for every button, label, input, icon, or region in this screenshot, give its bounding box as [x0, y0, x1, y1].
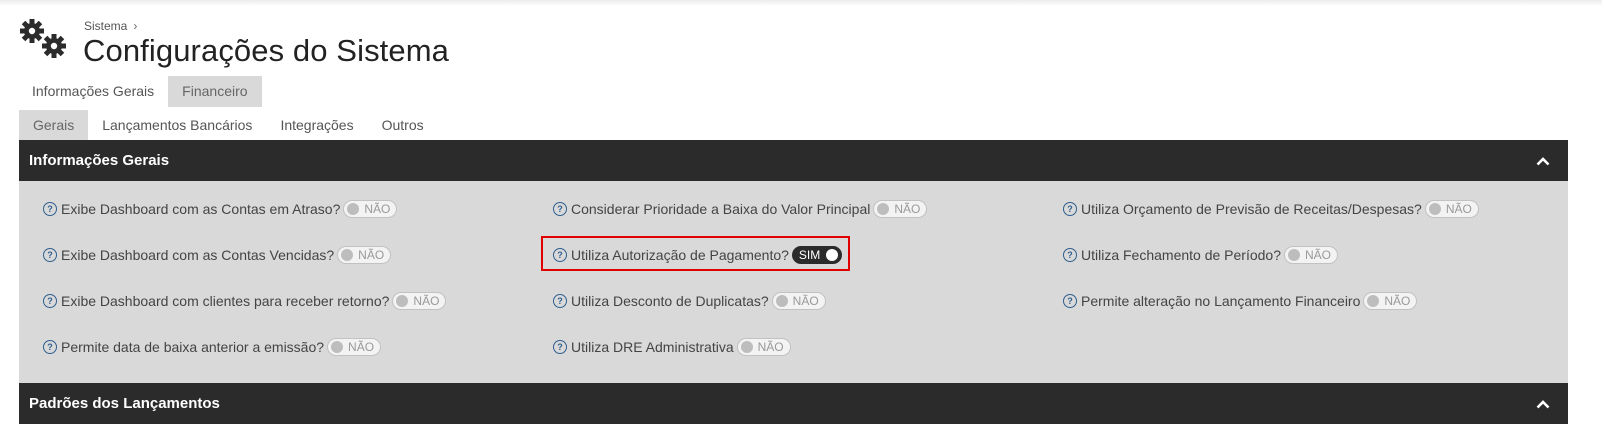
subtab-outros[interactable]: Outros	[368, 110, 438, 140]
setting-label: Exibe Dashboard com as Contas em Atraso?	[61, 201, 341, 217]
setting-label: Considerar Prioridade a Baixa do Valor P…	[571, 201, 871, 217]
toggle-knob	[396, 295, 409, 307]
toggle-switch[interactable]: NÃO	[736, 338, 791, 356]
toggle-switch[interactable]: NÃO	[337, 246, 392, 264]
help-icon[interactable]: ?	[43, 340, 57, 354]
tab-financeiro[interactable]: Financeiro	[168, 76, 262, 107]
toggle-switch[interactable]: NÃO	[873, 200, 928, 218]
toggle-value: NÃO	[364, 202, 391, 216]
toggle-knob	[775, 295, 788, 307]
setting-label: Exibe Dashboard com as Contas Vencidas?	[61, 247, 335, 263]
setting-label: Utiliza DRE Administrativa	[571, 339, 734, 355]
section-header-informacoes-gerais[interactable]: Informações Gerais	[19, 140, 1568, 181]
toggle-value: NÃO	[792, 294, 819, 308]
toggle-knob	[331, 341, 344, 353]
help-icon[interactable]: ?	[553, 202, 567, 216]
setting-label: Utiliza Orçamento de Previsão de Receita…	[1081, 201, 1422, 217]
chevron-up-icon[interactable]	[1536, 399, 1550, 409]
tab-informacoes-gerais[interactable]: Informações Gerais	[18, 76, 168, 107]
subtab-gerais[interactable]: Gerais	[19, 110, 89, 140]
setting-fechamento-periodo: ? Utiliza Fechamento de Período? NÃO	[1063, 246, 1339, 264]
setting-label: Utiliza Desconto de Duplicatas?	[571, 293, 769, 309]
breadcrumb: Sistema ›	[84, 19, 137, 33]
toggle-knob	[1288, 249, 1300, 261]
breadcrumb-link-sistema[interactable]: Sistema	[84, 19, 127, 33]
chevron-up-icon[interactable]	[1536, 156, 1550, 166]
setting-label: Exibe Dashboard com clientes para recebe…	[61, 293, 390, 309]
settings-gears-icon	[20, 19, 66, 58]
setting-label: Permite alteração no Lançamento Financei…	[1081, 293, 1361, 309]
toggle-knob	[740, 341, 753, 353]
setting-dashboard-contas-vencidas: ? Exibe Dashboard com as Contas Vencidas…	[43, 246, 392, 264]
help-icon[interactable]: ?	[43, 248, 57, 262]
section-title: Padrões dos Lançamentos	[29, 395, 220, 412]
setting-dashboard-contas-atraso: ? Exibe Dashboard com as Contas em Atras…	[43, 200, 398, 218]
setting-dashboard-clientes-retorno: ? Exibe Dashboard com clientes para rece…	[43, 292, 447, 310]
help-icon[interactable]: ?	[553, 294, 567, 308]
toggle-value: NÃO	[894, 202, 921, 216]
toggle-switch[interactable]: NÃO	[1363, 292, 1418, 310]
help-icon[interactable]: ?	[1063, 202, 1077, 216]
toggle-switch[interactable]: NÃO	[1284, 246, 1339, 264]
help-icon[interactable]: ?	[1063, 294, 1077, 308]
toggle-value: NÃO	[358, 248, 385, 262]
highlight-box	[541, 236, 850, 271]
subtab-lancamentos-bancarios[interactable]: Lançamentos Bancários	[88, 110, 266, 140]
secondary-tabs: Gerais Lançamentos Bancários Integrações…	[19, 110, 438, 140]
subtab-integracoes[interactable]: Integrações	[266, 110, 367, 140]
top-shadow	[0, 0, 1602, 6]
toggle-value: NÃO	[1305, 248, 1332, 262]
toggle-knob	[347, 203, 360, 215]
toggle-switch[interactable]: NÃO	[1424, 200, 1479, 218]
setting-dre-administrativa: ? Utiliza DRE Administrativa NÃO	[553, 338, 791, 356]
toggle-switch[interactable]: NÃO	[343, 200, 398, 218]
help-icon[interactable]: ?	[553, 340, 567, 354]
toggle-knob	[877, 203, 890, 215]
toggle-value: NÃO	[348, 340, 375, 354]
toggle-knob	[341, 249, 354, 261]
toggle-knob	[1367, 295, 1380, 307]
help-icon[interactable]: ?	[43, 202, 57, 216]
toggle-switch[interactable]: NÃO	[392, 292, 447, 310]
toggle-knob	[1428, 203, 1441, 215]
setting-label: Utiliza Fechamento de Período?	[1081, 247, 1281, 263]
section-title: Informações Gerais	[29, 152, 170, 169]
toggle-value: NÃO	[757, 340, 784, 354]
toggle-value: NÃO	[1445, 202, 1472, 216]
section-header-padroes-lancamentos[interactable]: Padrões dos Lançamentos	[19, 383, 1568, 424]
primary-tabs: Informações Gerais Financeiro	[18, 76, 262, 107]
toggle-value: NÃO	[413, 294, 440, 308]
toggle-value: NÃO	[1384, 294, 1411, 308]
setting-label: Permite data de baixa anterior a emissão…	[61, 339, 325, 355]
page-title: Configurações do Sistema	[83, 33, 449, 68]
setting-desconto-duplicatas: ? Utiliza Desconto de Duplicatas? NÃO	[553, 292, 826, 310]
toggle-switch[interactable]: NÃO	[771, 292, 826, 310]
breadcrumb-separator: ›	[133, 19, 138, 33]
setting-prioridade-baixa: ? Considerar Prioridade a Baixa do Valor…	[553, 200, 928, 218]
help-icon[interactable]: ?	[43, 294, 57, 308]
setting-data-baixa-anterior: ? Permite data de baixa anterior a emiss…	[43, 338, 382, 356]
help-icon[interactable]: ?	[1063, 248, 1077, 262]
setting-orcamento-previsao: ? Utiliza Orçamento de Previsão de Recei…	[1063, 200, 1479, 218]
setting-alteracao-lancamento: ? Permite alteração no Lançamento Financ…	[1063, 292, 1418, 310]
toggle-switch[interactable]: NÃO	[327, 338, 382, 356]
